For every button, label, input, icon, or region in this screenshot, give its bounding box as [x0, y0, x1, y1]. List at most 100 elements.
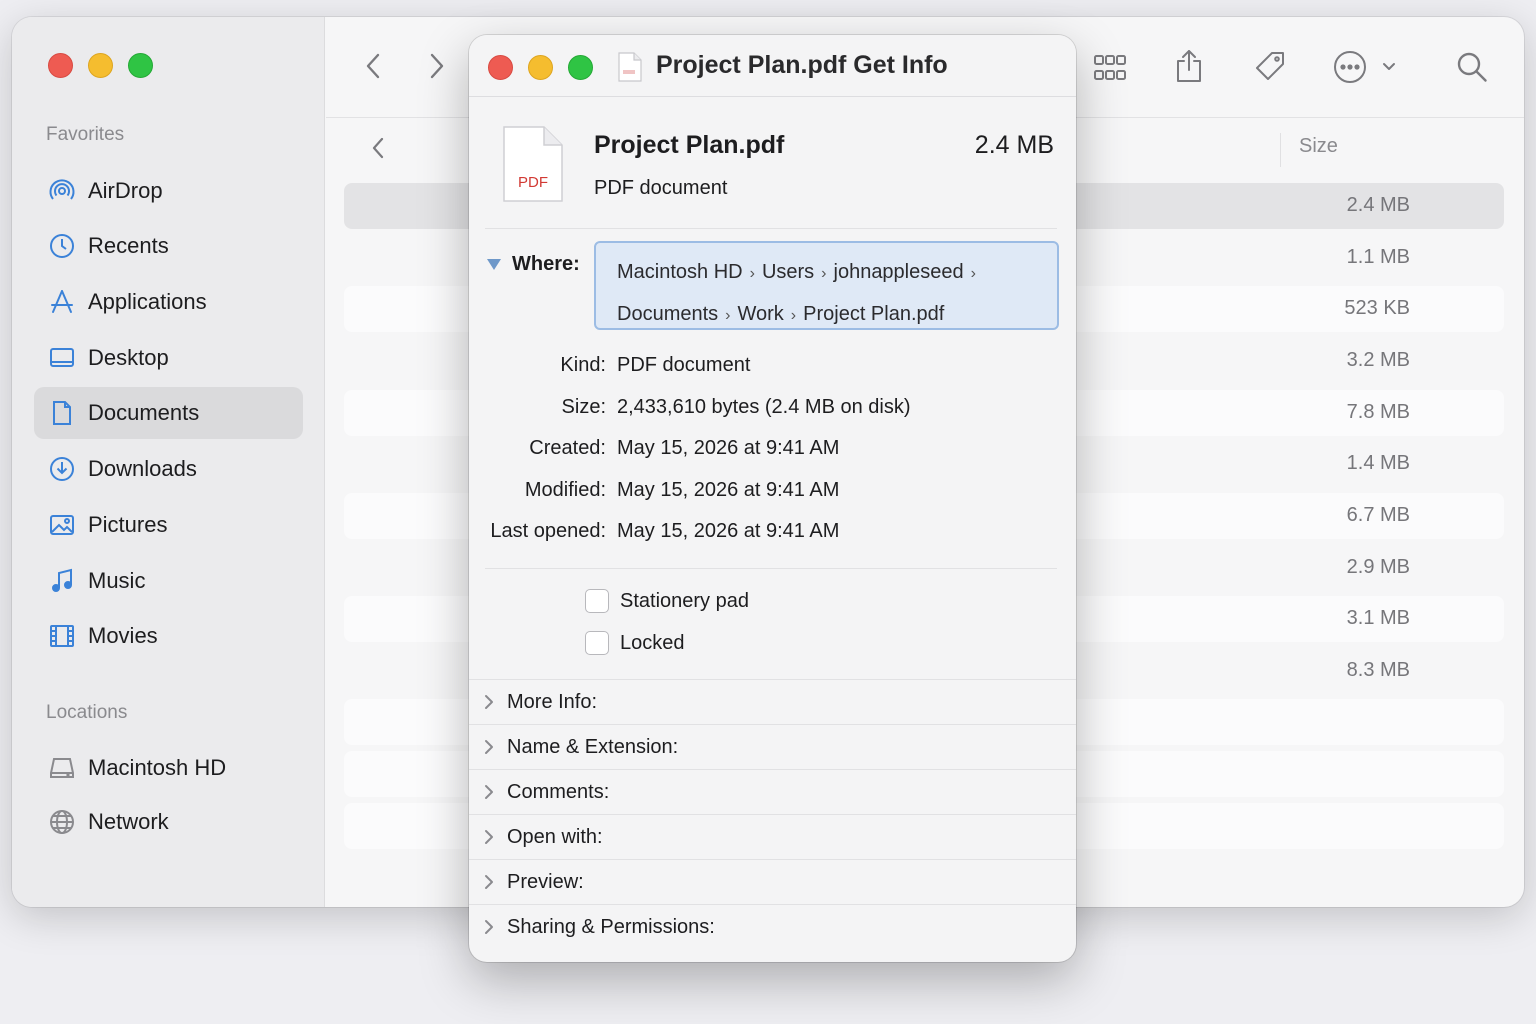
where-path-field[interactable]: Macintosh HD › Users › johnappleseed › Docume… [594, 241, 1059, 330]
finder-window-controls [48, 53, 153, 78]
sidebar: Favorites AirDrop Recents Applications D… [12, 17, 325, 907]
pdf-file-icon-small [618, 52, 642, 82]
info-window-controls [488, 55, 593, 80]
zoom-button[interactable] [568, 55, 593, 80]
tag-icon [1256, 52, 1284, 80]
get-info-window: Project Plan.pdf Get Info PDF Project Pl… [469, 35, 1076, 962]
sidebar-item-recents[interactable]: Recents [34, 220, 303, 272]
path-back-button[interactable] [368, 135, 388, 161]
path-segment[interactable]: Users [762, 261, 814, 283]
path-segment[interactable]: Documents [617, 303, 718, 325]
section-open-with[interactable]: Open with: [469, 814, 1076, 859]
share-button[interactable] [1172, 47, 1206, 85]
airdrop-icon [48, 177, 76, 205]
sidebar-item-label: Pictures [88, 512, 168, 537]
view-options-button[interactable] [1092, 51, 1128, 85]
last-opened-label: Last opened: [490, 520, 606, 542]
minimize-button[interactable] [528, 55, 553, 80]
file-name: Project Plan.pdf [594, 131, 785, 159]
file-size: 2.4 MB [1346, 194, 1410, 216]
last-opened-value: May 15, 2026 at 9:41 AM [617, 520, 840, 542]
close-button[interactable] [48, 53, 73, 78]
where-disclosure[interactable]: Where: [487, 253, 580, 276]
locations-header: Locations [46, 702, 128, 723]
back-button[interactable] [360, 51, 388, 81]
section-name-extension[interactable]: Name & Extension: [469, 724, 1076, 769]
sidebar-item-label: Network [88, 809, 169, 834]
close-button[interactable] [488, 55, 513, 80]
path-separator-icon: › [749, 265, 755, 282]
pictures-icon [48, 511, 76, 539]
film-icon [48, 622, 76, 650]
chevron-right-icon [482, 918, 504, 936]
sidebar-item-label: Documents [88, 400, 200, 425]
kind-row: Kind: PDF document [469, 354, 1076, 384]
path-segment[interactable]: johnappleseed [834, 261, 964, 283]
chevron-left-icon [372, 137, 384, 159]
created-label: Created: [529, 437, 606, 459]
sidebar-item-movies[interactable]: Movies [34, 610, 303, 662]
music-note-icon [48, 567, 76, 595]
tags-button[interactable] [1250, 48, 1290, 86]
zoom-button[interactable] [128, 53, 153, 78]
file-size: 8.3 MB [1346, 659, 1410, 681]
path-separator-icon: › [790, 307, 797, 324]
modified-value: May 15, 2026 at 9:41 AM [617, 479, 840, 501]
modified-row: Modified: May 15, 2026 at 9:41 AM [469, 479, 1076, 509]
chevron-right-icon [482, 693, 504, 711]
section-sharing-permissions[interactable]: Sharing & Permissions: [469, 904, 1076, 949]
globe-icon [48, 808, 76, 836]
size-column-header[interactable]: Size [1299, 135, 1338, 158]
applications-icon [48, 288, 76, 316]
size-row: Size: 2,433,610 bytes (2.4 MB on disk) [469, 396, 1076, 426]
back-icon [366, 53, 380, 79]
section-preview[interactable]: Preview: [469, 859, 1076, 904]
path-separator-icon: › [821, 265, 827, 282]
sidebar-item-airdrop[interactable]: AirDrop [34, 165, 303, 217]
locked-option[interactable]: Locked [585, 631, 685, 655]
locked-label: Locked [620, 631, 685, 654]
sidebar-item-documents[interactable]: Documents [34, 387, 303, 439]
size-label: Size: [561, 396, 606, 418]
section-label: Preview: [507, 870, 584, 893]
search-button[interactable] [1454, 49, 1490, 85]
section-label: Sharing & Permissions: [507, 915, 715, 938]
sidebar-item-desktop[interactable]: Desktop [34, 332, 303, 384]
chevron-right-icon [482, 738, 504, 756]
section-more-info[interactable]: More Info: [469, 679, 1076, 724]
pdf-icon-label: PDF [518, 174, 548, 191]
section-label: Open with: [507, 825, 603, 848]
modified-label: Modified: [524, 479, 606, 501]
sidebar-item-network[interactable]: Network [34, 796, 303, 848]
sidebar-item-label: Desktop [88, 345, 169, 370]
sidebar-item-macintosh-hd[interactable]: Macintosh HD [34, 742, 303, 794]
divider [485, 228, 1057, 229]
clock-icon [48, 232, 76, 260]
stationery-pad-option[interactable]: Stationery pad [585, 589, 749, 613]
sidebar-item-music[interactable]: Music [34, 555, 303, 607]
column-divider [1280, 133, 1281, 167]
path-segment[interactable]: Work [737, 303, 783, 325]
path-segment[interactable]: Macintosh HD [617, 261, 743, 283]
section-label: Comments: [507, 780, 610, 803]
document-icon [48, 399, 76, 427]
kind-value: PDF document [617, 354, 751, 376]
forward-button[interactable] [422, 51, 450, 81]
sidebar-item-pictures[interactable]: Pictures [34, 499, 303, 551]
path-segment[interactable]: Project Plan.pdf [803, 303, 944, 325]
info-window-title: Project Plan.pdf Get Info [656, 51, 948, 79]
section-comments[interactable]: Comments: [469, 769, 1076, 814]
file-size: 1.4 MB [1346, 452, 1410, 474]
sidebar-item-applications[interactable]: Applications [34, 276, 303, 328]
file-size: 1.1 MB [1346, 246, 1410, 268]
section-label: Name & Extension: [507, 735, 679, 758]
where-label: Where: [512, 253, 580, 275]
more-actions-button[interactable] [1332, 48, 1402, 86]
sidebar-item-label: AirDrop [88, 178, 163, 203]
sidebar-item-label: Macintosh HD [88, 755, 227, 780]
locked-checkbox[interactable] [585, 631, 609, 655]
file-size: 523 KB [1344, 297, 1410, 319]
sidebar-item-downloads[interactable]: Downloads [34, 443, 303, 495]
stationery-pad-checkbox[interactable] [585, 589, 609, 613]
minimize-button[interactable] [88, 53, 113, 78]
